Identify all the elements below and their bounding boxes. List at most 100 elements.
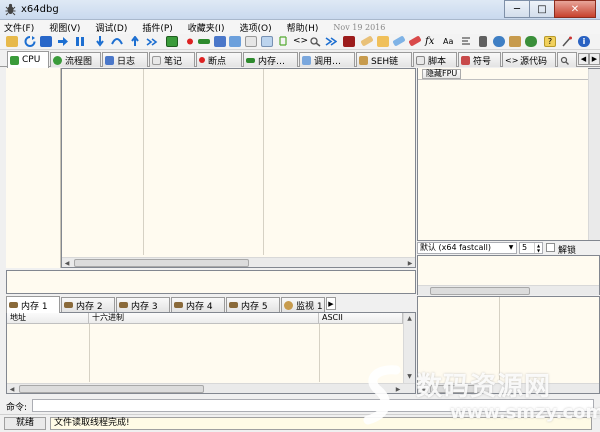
threads-icon[interactable] [245,36,257,47]
source-icon[interactable] [261,36,273,47]
scroll-down-icon[interactable]: ▼ [404,371,415,381]
globe-icon[interactable] [493,36,505,47]
calculator-icon[interactable] [479,36,487,47]
calling-convention-select[interactable]: 默认 (x64 fastcall) ▼ [417,242,517,254]
tab-log[interactable]: 日志 [102,52,148,67]
eraser-icon[interactable] [408,35,422,47]
scroll-thumb[interactable] [19,385,204,393]
tab-cpu[interactable]: CPU [7,51,49,68]
menu-debug[interactable]: 调试(D) [95,21,127,34]
open-icon[interactable] [6,36,18,47]
tab-memory-map[interactable]: 内存… [243,52,298,67]
settings-icon[interactable] [509,36,521,47]
tab-notes[interactable]: 笔记 [149,52,195,67]
scroll-right-icon[interactable]: ▶ [393,384,403,394]
scroll-left-icon[interactable]: ◀ [418,384,428,394]
tab-label: 内存 4 [186,301,213,312]
help-icon[interactable]: ? [544,36,556,47]
menu-plugins[interactable]: 插件(P) [142,21,172,34]
tab-scroll-left-icon[interactable]: ◀ [578,53,589,65]
tab-scroll-right-icon[interactable]: ▶ [326,297,336,310]
column-header-address[interactable]: 地址 [7,313,89,324]
scroll-thumb[interactable] [430,385,490,393]
dump-vscroll[interactable]: ▲ ▼ [403,313,415,383]
tab-dump-3[interactable]: 内存 3 [116,297,170,312]
case-icon[interactable] [460,36,472,47]
tab-graph[interactable]: 流程图 [50,52,101,67]
disassembly-pane[interactable]: ◀ ▶ [61,68,416,268]
scroll-right-icon[interactable]: ▶ [405,258,415,268]
step-over-icon[interactable] [111,36,123,47]
scroll-left-icon[interactable]: ◀ [62,258,72,268]
registers-pane[interactable] [417,68,600,241]
maximize-button[interactable]: □ [529,0,555,18]
up-down-icon[interactable]: ▲ ▼ [534,243,542,253]
log-icon[interactable] [214,36,226,47]
pause-icon[interactable] [74,36,86,47]
dump-pane[interactable]: 地址 十六进制 ASCII ▲ ▼ ◀ ▶ [6,312,416,394]
tab-symbols[interactable]: 符号 [458,52,501,67]
registers-vscroll[interactable] [588,69,600,240]
run-to-user-code-icon[interactable] [146,36,158,47]
bug-icon[interactable] [525,36,537,47]
tab-call-stack[interactable]: 调用… [299,52,355,67]
column-header-hex[interactable]: 十六进制 [89,313,319,324]
step-into-icon[interactable] [94,36,106,47]
tab-dump-4[interactable]: 内存 4 [171,297,225,312]
execute-till-return-icon[interactable] [129,36,141,47]
argument-count-stepper[interactable]: 5 ▲ ▼ [519,242,543,254]
tab-dump-5[interactable]: 内存 5 [226,297,280,312]
command-input[interactable] [32,399,594,412]
scroll-left-icon[interactable]: ◀ [7,384,17,394]
menu-options[interactable]: 选项(O) [239,21,271,34]
tab-dump-1[interactable]: 内存 1 [6,296,60,313]
menu-file[interactable]: 文件(F) [4,21,34,34]
memory-map-icon[interactable] [198,39,210,44]
scroll-up-icon[interactable]: ▲ [404,313,415,323]
scroll-thumb[interactable] [430,287,530,295]
tab-seh[interactable]: SEH链 [356,52,412,67]
scroll-thumb[interactable] [74,259,249,267]
call-stack-icon[interactable]: <> [293,36,308,47]
tab-dump-2[interactable]: 内存 2 [61,297,115,312]
menu-view[interactable]: 视图(V) [49,21,80,34]
tab-breakpoints[interactable]: 断点 [196,52,242,67]
column-header-ascii[interactable]: ASCII [319,313,403,324]
stack-pane[interactable]: ◀ [417,296,600,394]
close-button[interactable]: ✕ [554,0,596,18]
about-icon[interactable]: i [578,36,590,47]
stop-icon[interactable] [40,36,52,47]
function-icon[interactable] [392,35,406,47]
run-icon[interactable] [57,36,69,47]
hide-fpu-button[interactable]: 隐藏FPU [422,69,462,79]
comment-icon[interactable] [343,36,355,47]
unlock-checkbox[interactable] [546,243,555,252]
find-icon[interactable] [277,36,289,47]
stack-hscroll[interactable]: ◀ [418,383,599,393]
minimize-button[interactable]: ─ [504,0,530,18]
breakpoint-icon[interactable] [184,36,196,47]
bookmark-icon[interactable] [377,36,389,47]
tab-source[interactable]: <> 源代码 [502,52,556,67]
tab-watch-1[interactable]: 监视 1 [281,297,325,312]
notes-icon [152,55,161,65]
font-icon[interactable]: Aa [443,36,455,47]
dump-hscroll[interactable]: ◀ ▶ [7,383,415,393]
tab-scroll-right-icon[interactable]: ▶ [589,53,600,65]
references-icon[interactable] [229,36,241,47]
menu-help[interactable]: 帮助(H) [287,21,319,34]
tab-script[interactable]: 脚本 [413,52,457,67]
cpu-icon[interactable] [166,36,178,47]
restart-icon[interactable] [24,36,36,47]
tab-references[interactable] [557,52,577,67]
formula-icon[interactable]: fx [425,36,437,47]
arguments-pane[interactable] [417,255,600,295]
arguments-hscroll[interactable] [418,285,599,295]
menu-favourites[interactable]: 收藏夹(I) [188,21,225,34]
label-icon[interactable] [360,35,374,47]
plugins-icon[interactable] [561,36,573,47]
tab-label: 日志 [117,56,136,67]
patch-icon[interactable] [309,36,321,47]
disassembly-hscroll[interactable]: ◀ ▶ [62,257,415,267]
trace-icon[interactable] [325,36,337,47]
